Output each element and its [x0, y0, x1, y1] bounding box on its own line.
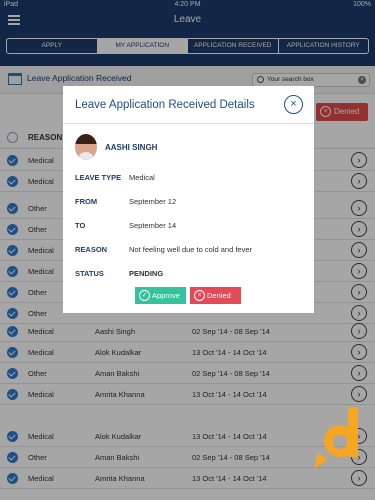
to-value: September 14	[129, 221, 177, 230]
leave-details-dialog: Leave Application Received Details × AAS…	[63, 86, 314, 313]
check-circle-icon: ✓	[139, 290, 150, 301]
status-label: STATUS	[75, 269, 104, 278]
deny-button[interactable]: × Denied	[190, 287, 241, 304]
to-label: TO	[75, 221, 86, 230]
close-icon[interactable]: ×	[284, 95, 303, 114]
divider	[63, 123, 314, 124]
leave-type-value: Medical	[129, 173, 155, 182]
dialog-title: Leave Application Received Details	[75, 99, 255, 111]
brand-logo	[314, 407, 358, 469]
close-circle-icon: ×	[194, 290, 205, 301]
approve-label: Approve	[152, 291, 180, 300]
reason-value: Not feeling well due to cold and fever	[129, 245, 252, 254]
deny-label: Denied	[207, 291, 231, 300]
from-value: September 12	[129, 197, 177, 206]
status-value: PENDING	[129, 269, 164, 278]
leave-type-label: LEAVE TYPE	[75, 173, 122, 182]
avatar	[75, 134, 97, 160]
from-label: FROM	[75, 197, 98, 206]
approve-button[interactable]: ✓ Approve	[135, 287, 186, 304]
reason-label: REASON	[75, 245, 108, 254]
employee-name: AASHI SINGH	[105, 143, 158, 152]
